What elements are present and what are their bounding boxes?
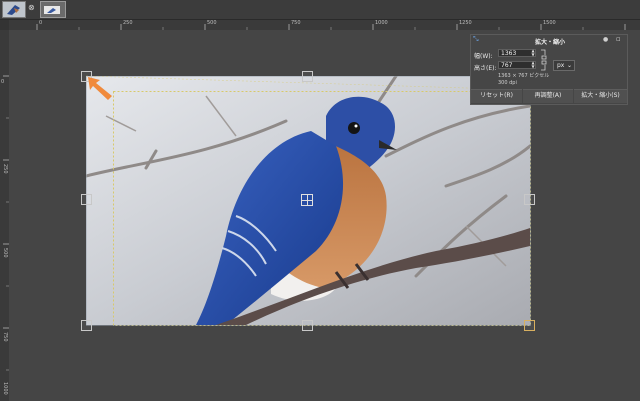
unit-value: px: [557, 62, 565, 69]
middle-left-handle[interactable]: [81, 194, 92, 205]
close-icon[interactable]: ⊗: [28, 4, 35, 12]
ruler-tick-label: 0: [39, 20, 43, 26]
height-label: 高さ(E):: [474, 65, 497, 72]
ruler-tick-label: 1250: [459, 20, 472, 26]
arrow-icon: [88, 77, 112, 100]
ruler-tick-label: 750: [291, 20, 301, 26]
center-move-handle[interactable]: [301, 194, 313, 206]
ruler-tick-label: 250: [2, 164, 8, 174]
resolution-info: 300 dpi: [498, 80, 517, 86]
unit-select[interactable]: px ⌄: [553, 60, 575, 71]
ruler-tick-label: 500: [207, 20, 217, 26]
pixel-size-info: 1363 × 767 ピクセル: [498, 73, 550, 79]
ruler-corner: [0, 20, 9, 30]
scale-button[interactable]: 拡大・縮小(S): [574, 89, 627, 103]
chevron-down-icon: ⌄: [567, 62, 573, 69]
image-thumbnail-2[interactable]: [40, 1, 66, 18]
bottom-center-handle[interactable]: [302, 320, 313, 331]
width-stepper-icon[interactable]: ▲ ▼: [530, 49, 536, 57]
ruler-tick-label: 1000: [375, 20, 388, 26]
ruler-tick-label: 500: [2, 248, 8, 258]
reset-button[interactable]: リセット(R): [471, 89, 522, 103]
bottom-left-handle[interactable]: [81, 320, 92, 331]
ruler-tick-label: 250: [123, 20, 133, 26]
ruler-tick-label: 750: [2, 332, 8, 342]
readjust-button[interactable]: 再調整(A): [523, 89, 573, 103]
height-stepper-icon[interactable]: ▲ ▼: [530, 61, 536, 69]
image-tab-bar: ⊗: [0, 0, 640, 20]
bluebird-thumbnail[interactable]: [2, 1, 26, 18]
width-label: 幅(W):: [474, 53, 493, 60]
dialog-menu-icon[interactable]: ▫: [616, 36, 621, 43]
dialog-close-icon[interactable]: ●: [603, 37, 608, 43]
ruler-tick-label: 0: [1, 79, 5, 85]
ruler-tick-label: 1500: [543, 20, 556, 26]
ruler-tick-label: 1000: [2, 382, 8, 395]
bottom-right-handle[interactable]: [524, 320, 535, 331]
middle-right-handle[interactable]: [524, 194, 535, 205]
chain-link-icon[interactable]: [540, 49, 548, 71]
top-center-handle[interactable]: [302, 71, 313, 82]
